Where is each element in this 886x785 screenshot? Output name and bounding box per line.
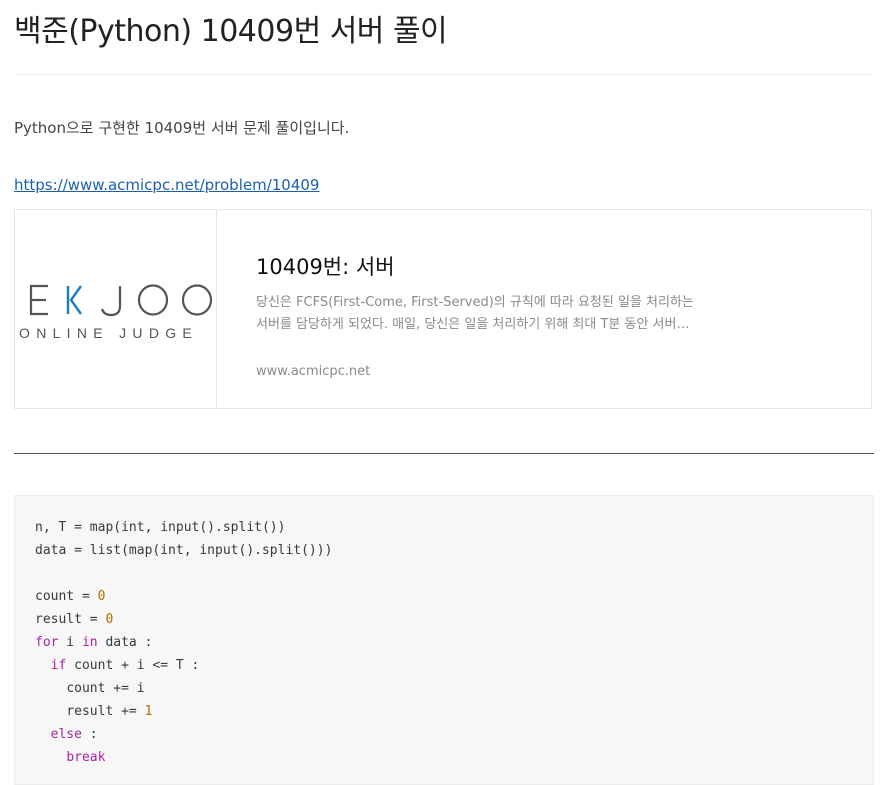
code-line: for i in data : [35,635,153,650]
logo-subtitle: ONLINE JUDGE [19,325,198,341]
card-description-line: 당신은 FCFS(First-Come, First-Served)의 규칙에 … [256,295,694,310]
code-line: result += 1 [66,704,153,719]
code-line: break [66,750,106,765]
card-host: www.acmicpc.net [256,364,371,379]
code-line: data = list(map(int, input().split())) [35,543,333,558]
card-title: 10409번: 서버 [256,255,395,279]
link-preview-card[interactable]: ONLINE JUDGE 10409번: 서버 당신은 FCFS(First-C… [14,209,872,409]
code-line: else : [50,727,98,742]
code-line: if count + i <= T : [50,658,200,673]
title-divider [14,74,874,75]
card-description-line: 서버를 담당하게 되었다. 매일, 당신은 일을 처리하기 위해 최대 T분 동… [256,317,690,332]
code-line: result = 0 [35,612,114,627]
code-block: n, T = map(int, input().split()) data = l… [14,495,874,785]
problem-link[interactable]: https://www.acmicpc.net/problem/10409 [14,176,319,194]
card-description: 당신은 FCFS(First-Come, First-Served)의 규칙에 … [256,292,726,336]
code-line: count = 0 [35,589,106,604]
card-thumbnail: ONLINE JUDGE [15,210,217,408]
code-line: count += i [66,681,145,696]
intro-text: Python으로 구현한 10409번 서버 문제 풀이입니다. [14,119,350,137]
page-title: 백준(Python) 10409번 서버 풀이 [14,14,448,49]
ekjoo-logo: ONLINE JUDGE [19,284,213,341]
section-divider [14,453,874,454]
code-line: n, T = map(int, input().split()) [35,520,286,535]
